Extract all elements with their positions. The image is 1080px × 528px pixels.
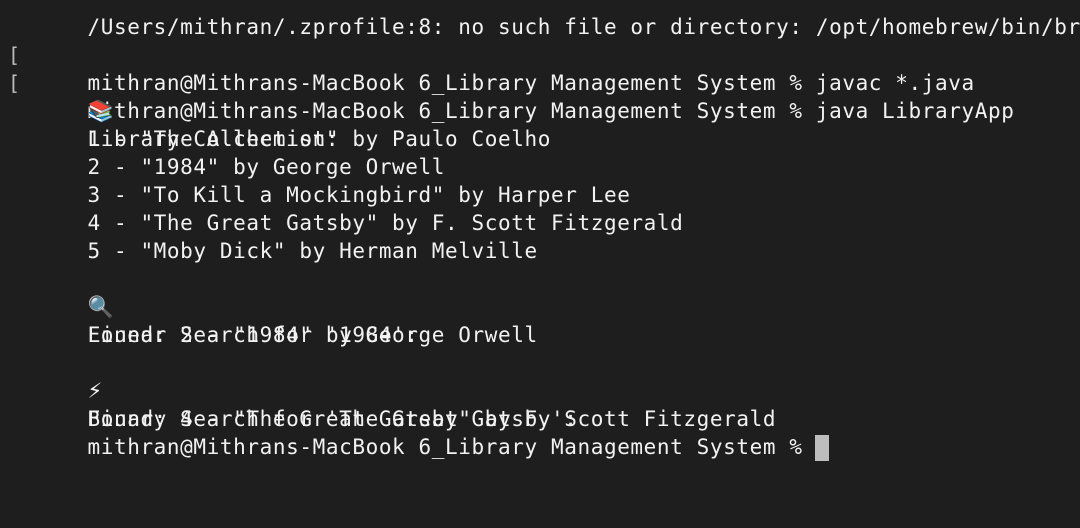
line-text: Found: 4 - "The Great Gatsby" by F. Scot… [87, 407, 777, 431]
terminal-line-error: /Users/mithran/.zprofile:8: no such file… [8, 0, 1080, 39]
terminal-line-command-java: [ mithran@Mithrans-MacBook 6_Library Man… [8, 41, 1080, 123]
lightning-icon: ⚡ [87, 379, 103, 403]
prompt-bracket: [ [8, 43, 21, 67]
magnifier-icon: 🔍 [87, 295, 115, 319]
prompt-bracket: [ [8, 71, 21, 95]
terminal-line-linear-search: 🔍 Linear Search for '1984': [8, 265, 1080, 347]
line-text: 4 - "The Great Gatsby" by F. Scott Fitzg… [87, 211, 684, 235]
line-text: 1 - "The Alchemist" by Paulo Coelho [87, 127, 551, 151]
cursor-block[interactable] [814, 435, 829, 461]
terminal-line-binary-search: ⚡ Binary Search for 'The Great Gatsby': [8, 349, 1080, 431]
terminal-window[interactable]: /Users/mithran/.zprofile:8: no such file… [0, 0, 1080, 528]
prompt-text: mithran@Mithrans-MacBook 6_Library Manag… [87, 435, 803, 459]
terminal-line-linear-result: Found: 2 - "1984" by George Orwell [8, 293, 1080, 347]
terminal-line-binary-result: Found: 4 - "The Great Gatsby" by F. Scot… [8, 377, 1080, 431]
line-text: 2 - "1984" by George Orwell [87, 155, 446, 179]
line-text: 3 - "To Kill a Mockingbird" by Harper Le… [87, 183, 631, 207]
line-text: /Users/mithran/.zprofile:8: no such file… [87, 15, 1080, 39]
line-text: 5 - "Moby Dick" by Herman Melville [87, 239, 538, 263]
terminal-output: /Users/mithran/.zprofile:8: no such file… [8, 0, 1080, 461]
line-text: Found: 2 - "1984" by George Orwell [87, 323, 538, 347]
books-icon: 📚 [87, 99, 115, 123]
line-text: mithran@Mithrans-MacBook 6_Library Manag… [87, 99, 1015, 123]
line-text: mithran@Mithrans-MacBook 6_Library Manag… [87, 71, 975, 95]
